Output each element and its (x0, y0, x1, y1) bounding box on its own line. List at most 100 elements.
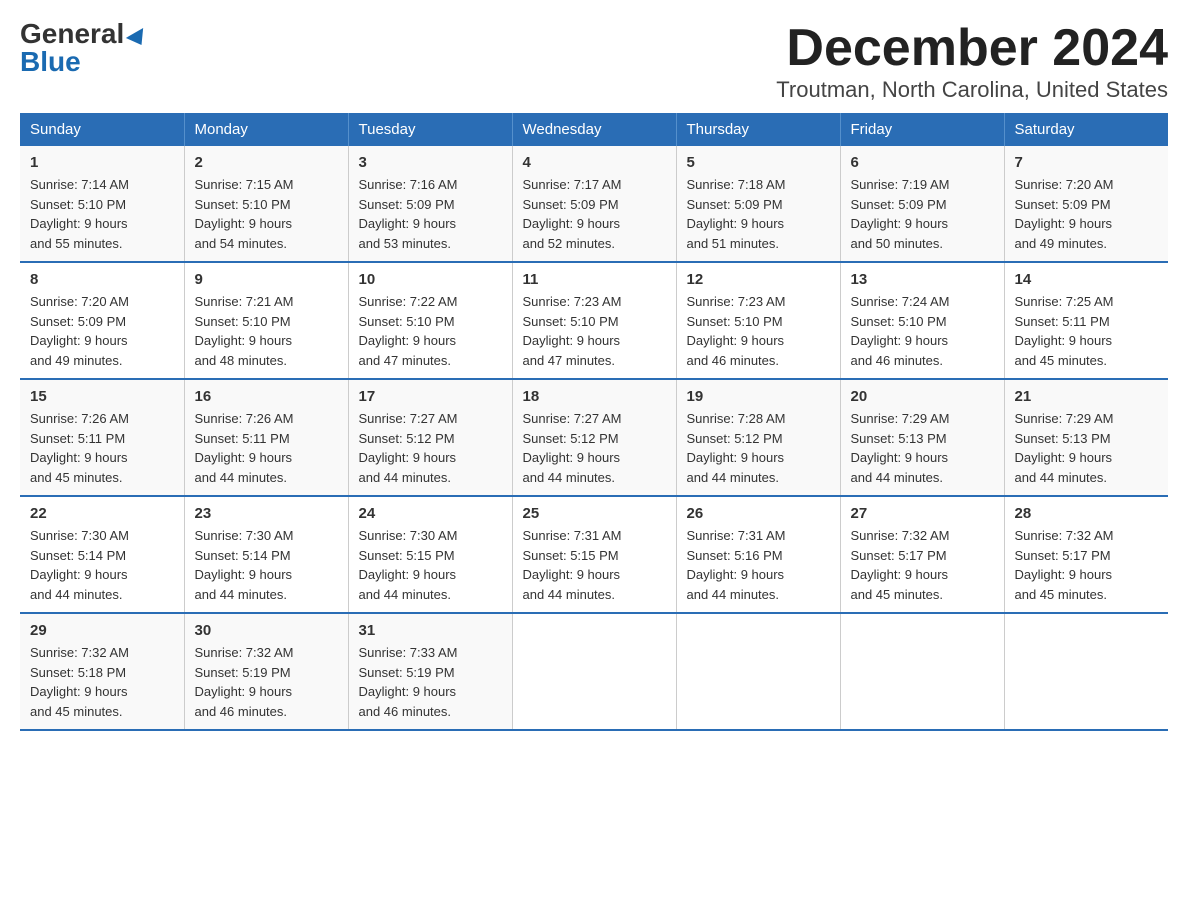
day-number: 26 (687, 505, 830, 522)
day-info: Sunrise: 7:20 AMSunset: 5:09 PMDaylight:… (30, 294, 129, 368)
day-number: 28 (1015, 505, 1159, 522)
logo-blue-line: Blue (20, 48, 81, 76)
day-number: 30 (195, 622, 338, 639)
day-info: Sunrise: 7:30 AMSunset: 5:14 PMDaylight:… (195, 528, 294, 602)
calendar-cell: 2 Sunrise: 7:15 AMSunset: 5:10 PMDayligh… (184, 146, 348, 262)
day-number: 8 (30, 271, 174, 288)
calendar-cell: 11 Sunrise: 7:23 AMSunset: 5:10 PMDaylig… (512, 262, 676, 379)
day-info: Sunrise: 7:16 AMSunset: 5:09 PMDaylight:… (359, 177, 458, 251)
calendar-cell: 21 Sunrise: 7:29 AMSunset: 5:13 PMDaylig… (1004, 379, 1168, 496)
day-number: 24 (359, 505, 502, 522)
day-number: 21 (1015, 388, 1159, 405)
weekday-header-thursday: Thursday (676, 113, 840, 146)
calendar-body: 1 Sunrise: 7:14 AMSunset: 5:10 PMDayligh… (20, 146, 1168, 730)
day-number: 3 (359, 154, 502, 171)
calendar-cell: 29 Sunrise: 7:32 AMSunset: 5:18 PMDaylig… (20, 613, 184, 730)
day-number: 25 (523, 505, 666, 522)
day-info: Sunrise: 7:29 AMSunset: 5:13 PMDaylight:… (851, 411, 950, 485)
page-header: General Blue December 2024 Troutman, Nor… (20, 20, 1168, 103)
calendar-cell: 7 Sunrise: 7:20 AMSunset: 5:09 PMDayligh… (1004, 146, 1168, 262)
day-number: 18 (523, 388, 666, 405)
logo-triangle-icon (126, 28, 150, 50)
calendar-cell: 28 Sunrise: 7:32 AMSunset: 5:17 PMDaylig… (1004, 496, 1168, 613)
calendar-cell: 15 Sunrise: 7:26 AMSunset: 5:11 PMDaylig… (20, 379, 184, 496)
calendar-cell: 17 Sunrise: 7:27 AMSunset: 5:12 PMDaylig… (348, 379, 512, 496)
day-number: 11 (523, 271, 666, 288)
calendar-week-3: 15 Sunrise: 7:26 AMSunset: 5:11 PMDaylig… (20, 379, 1168, 496)
calendar-table: SundayMondayTuesdayWednesdayThursdayFrid… (20, 113, 1168, 731)
day-number: 23 (195, 505, 338, 522)
day-info: Sunrise: 7:27 AMSunset: 5:12 PMDaylight:… (523, 411, 622, 485)
day-info: Sunrise: 7:32 AMSunset: 5:17 PMDaylight:… (851, 528, 950, 602)
calendar-cell: 25 Sunrise: 7:31 AMSunset: 5:15 PMDaylig… (512, 496, 676, 613)
weekday-header-wednesday: Wednesday (512, 113, 676, 146)
day-info: Sunrise: 7:32 AMSunset: 5:17 PMDaylight:… (1015, 528, 1114, 602)
calendar-week-4: 22 Sunrise: 7:30 AMSunset: 5:14 PMDaylig… (20, 496, 1168, 613)
calendar-cell: 26 Sunrise: 7:31 AMSunset: 5:16 PMDaylig… (676, 496, 840, 613)
day-number: 5 (687, 154, 830, 171)
calendar-week-1: 1 Sunrise: 7:14 AMSunset: 5:10 PMDayligh… (20, 146, 1168, 262)
day-number: 12 (687, 271, 830, 288)
day-number: 19 (687, 388, 830, 405)
day-number: 29 (30, 622, 174, 639)
day-number: 20 (851, 388, 994, 405)
day-number: 17 (359, 388, 502, 405)
calendar-cell: 6 Sunrise: 7:19 AMSunset: 5:09 PMDayligh… (840, 146, 1004, 262)
calendar-week-5: 29 Sunrise: 7:32 AMSunset: 5:18 PMDaylig… (20, 613, 1168, 730)
logo-general-text: General (20, 18, 124, 49)
day-number: 15 (30, 388, 174, 405)
calendar-cell: 22 Sunrise: 7:30 AMSunset: 5:14 PMDaylig… (20, 496, 184, 613)
day-number: 10 (359, 271, 502, 288)
day-info: Sunrise: 7:23 AMSunset: 5:10 PMDaylight:… (523, 294, 622, 368)
day-number: 27 (851, 505, 994, 522)
day-info: Sunrise: 7:32 AMSunset: 5:18 PMDaylight:… (30, 645, 129, 719)
day-info: Sunrise: 7:14 AMSunset: 5:10 PMDaylight:… (30, 177, 129, 251)
calendar-cell: 20 Sunrise: 7:29 AMSunset: 5:13 PMDaylig… (840, 379, 1004, 496)
day-info: Sunrise: 7:19 AMSunset: 5:09 PMDaylight:… (851, 177, 950, 251)
day-info: Sunrise: 7:30 AMSunset: 5:15 PMDaylight:… (359, 528, 458, 602)
day-number: 16 (195, 388, 338, 405)
day-info: Sunrise: 7:33 AMSunset: 5:19 PMDaylight:… (359, 645, 458, 719)
day-info: Sunrise: 7:22 AMSunset: 5:10 PMDaylight:… (359, 294, 458, 368)
day-number: 31 (359, 622, 502, 639)
day-info: Sunrise: 7:24 AMSunset: 5:10 PMDaylight:… (851, 294, 950, 368)
day-number: 1 (30, 154, 174, 171)
calendar-header: SundayMondayTuesdayWednesdayThursdayFrid… (20, 113, 1168, 146)
day-info: Sunrise: 7:17 AMSunset: 5:09 PMDaylight:… (523, 177, 622, 251)
logo-general-line: General (20, 20, 148, 48)
calendar-cell: 4 Sunrise: 7:17 AMSunset: 5:09 PMDayligh… (512, 146, 676, 262)
day-info: Sunrise: 7:27 AMSunset: 5:12 PMDaylight:… (359, 411, 458, 485)
calendar-cell (676, 613, 840, 730)
calendar-cell: 27 Sunrise: 7:32 AMSunset: 5:17 PMDaylig… (840, 496, 1004, 613)
calendar-week-2: 8 Sunrise: 7:20 AMSunset: 5:09 PMDayligh… (20, 262, 1168, 379)
logo-blue-text: Blue (20, 46, 81, 77)
day-info: Sunrise: 7:18 AMSunset: 5:09 PMDaylight:… (687, 177, 786, 251)
month-title: December 2024 (776, 20, 1168, 77)
calendar-cell: 8 Sunrise: 7:20 AMSunset: 5:09 PMDayligh… (20, 262, 184, 379)
day-info: Sunrise: 7:28 AMSunset: 5:12 PMDaylight:… (687, 411, 786, 485)
day-info: Sunrise: 7:30 AMSunset: 5:14 PMDaylight:… (30, 528, 129, 602)
calendar-cell (1004, 613, 1168, 730)
weekday-header-sunday: Sunday (20, 113, 184, 146)
day-info: Sunrise: 7:26 AMSunset: 5:11 PMDaylight:… (195, 411, 294, 485)
day-number: 2 (195, 154, 338, 171)
day-info: Sunrise: 7:26 AMSunset: 5:11 PMDaylight:… (30, 411, 129, 485)
calendar-cell: 31 Sunrise: 7:33 AMSunset: 5:19 PMDaylig… (348, 613, 512, 730)
day-info: Sunrise: 7:20 AMSunset: 5:09 PMDaylight:… (1015, 177, 1114, 251)
calendar-cell: 1 Sunrise: 7:14 AMSunset: 5:10 PMDayligh… (20, 146, 184, 262)
calendar-cell: 30 Sunrise: 7:32 AMSunset: 5:19 PMDaylig… (184, 613, 348, 730)
day-info: Sunrise: 7:25 AMSunset: 5:11 PMDaylight:… (1015, 294, 1114, 368)
title-area: December 2024 Troutman, North Carolina, … (776, 20, 1168, 103)
calendar-cell: 14 Sunrise: 7:25 AMSunset: 5:11 PMDaylig… (1004, 262, 1168, 379)
calendar-cell: 16 Sunrise: 7:26 AMSunset: 5:11 PMDaylig… (184, 379, 348, 496)
calendar-cell (512, 613, 676, 730)
calendar-cell: 19 Sunrise: 7:28 AMSunset: 5:12 PMDaylig… (676, 379, 840, 496)
day-number: 9 (195, 271, 338, 288)
calendar-cell (840, 613, 1004, 730)
day-info: Sunrise: 7:15 AMSunset: 5:10 PMDaylight:… (195, 177, 294, 251)
calendar-cell: 18 Sunrise: 7:27 AMSunset: 5:12 PMDaylig… (512, 379, 676, 496)
calendar-cell: 9 Sunrise: 7:21 AMSunset: 5:10 PMDayligh… (184, 262, 348, 379)
day-number: 22 (30, 505, 174, 522)
weekday-header-row: SundayMondayTuesdayWednesdayThursdayFrid… (20, 113, 1168, 146)
calendar-cell: 24 Sunrise: 7:30 AMSunset: 5:15 PMDaylig… (348, 496, 512, 613)
